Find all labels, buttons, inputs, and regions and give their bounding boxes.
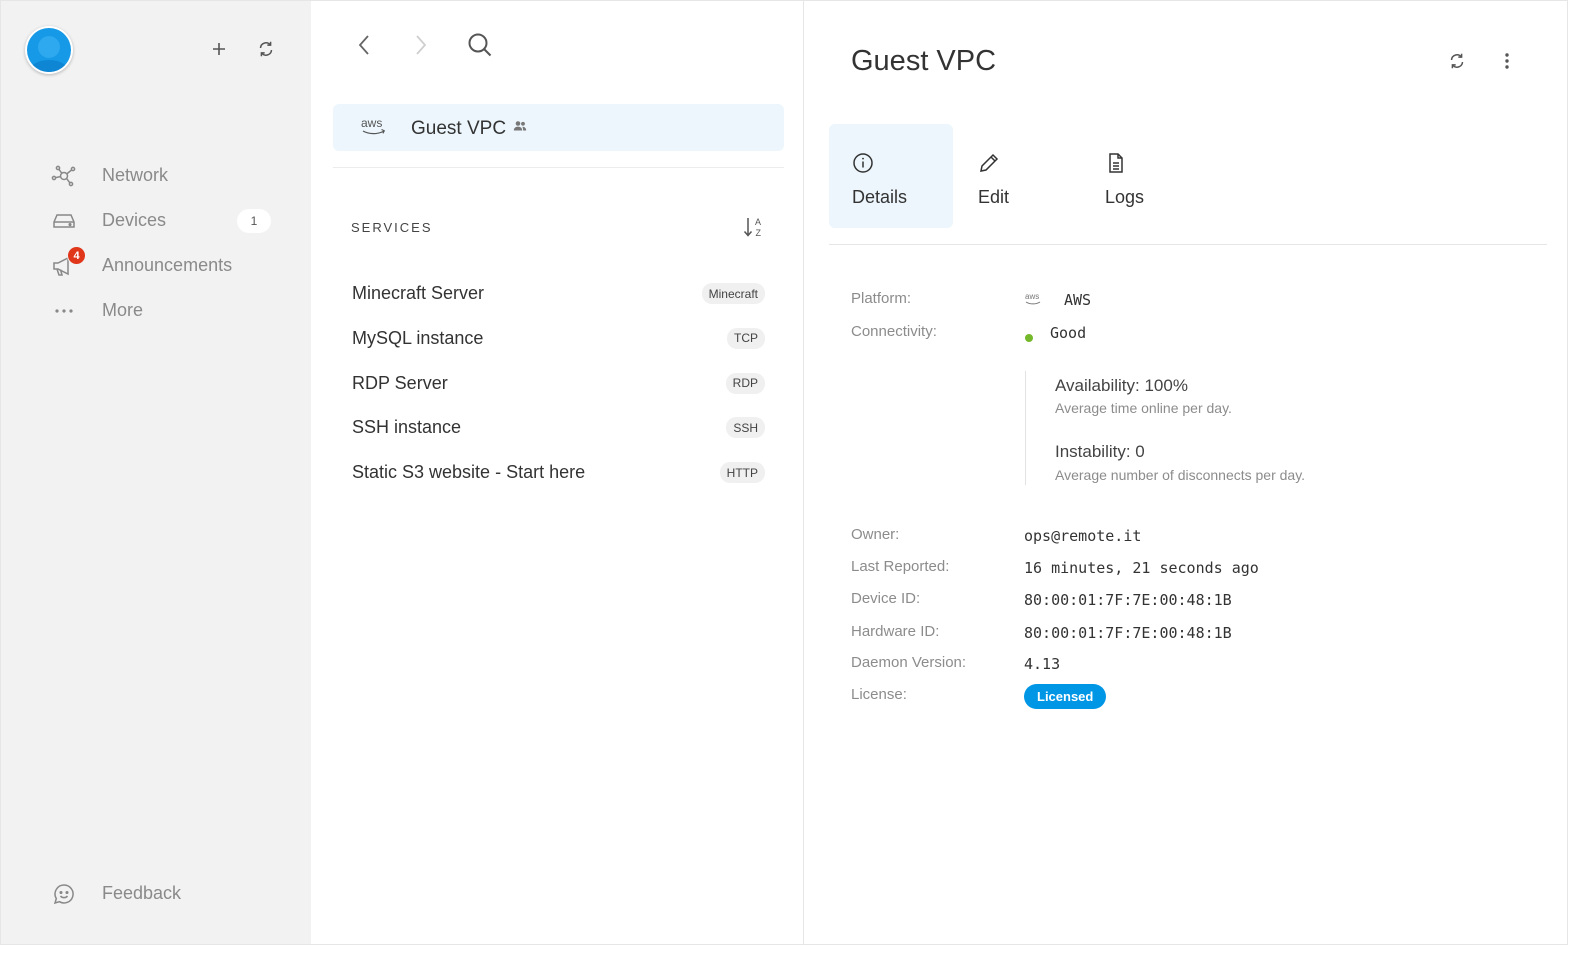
instability-description: Average number of disconnects per day.: [1055, 467, 1306, 483]
sidebar-item-label: Devices: [102, 210, 167, 230]
service-name: Minecraft Server: [352, 283, 485, 303]
service-type-tag: RDP: [725, 372, 765, 394]
status-dot: [1025, 329, 1033, 347]
service-item[interactable]: Minecraft Server Minecraft: [333, 271, 784, 316]
forward-button[interactable]: [405, 29, 437, 61]
sidebar-item-label: Network: [102, 165, 169, 185]
device-name: Guest VPC: [411, 118, 507, 139]
device-panel: aws Guest VPC SERVICES A Z Minecraft Ser…: [311, 1, 804, 944]
daemon-version-label: Daemon Version:: [851, 654, 967, 671]
divider: [829, 244, 1547, 245]
app-window: Network Devices 1 Announcements More 4 F…: [0, 0, 1568, 945]
service-item[interactable]: RDP Server RDP: [333, 361, 784, 406]
instability-metric: Instability: 0: [1055, 442, 1145, 461]
svg-text:A: A: [755, 217, 761, 227]
refresh-device-button[interactable]: [1442, 46, 1472, 76]
availability-description: Average time online per day.: [1055, 400, 1232, 416]
services-list: Minecraft Server Minecraft MySQL instanc…: [333, 271, 784, 495]
service-name: RDP Server: [352, 372, 448, 393]
more-options-button[interactable]: [1492, 46, 1522, 76]
network-icon: [51, 163, 77, 189]
sidebar-item-more[interactable]: More: [1, 288, 311, 333]
plus-icon: [213, 43, 225, 55]
platform-value: AWS: [1064, 291, 1092, 309]
divider: [333, 167, 784, 168]
sidebar-item-label: More: [102, 300, 144, 320]
license-badge: Licensed: [1024, 684, 1107, 709]
service-type-tag: Minecraft: [701, 283, 765, 304]
platform-label: Platform:: [851, 290, 912, 307]
tab-edit[interactable]: Edit: [955, 124, 1065, 228]
sidebar-nav: Network Devices 1 Announcements More: [1, 153, 311, 333]
chat-smile-icon: [51, 881, 77, 907]
availability-metric: Availability: 100%: [1055, 376, 1188, 395]
service-name: MySQL instance: [352, 327, 484, 348]
shared-users-icon: [513, 119, 527, 137]
svg-text:Z: Z: [756, 228, 762, 238]
connectivity-value: Good: [1050, 324, 1087, 342]
feedback-label: Feedback: [102, 883, 182, 903]
sidebar-item-devices[interactable]: Devices 1: [1, 198, 311, 243]
svg-text:aws: aws: [1025, 292, 1039, 301]
daemon-version-value: 4.13: [1024, 655, 1061, 673]
aws-logo-icon: aws: [1024, 291, 1044, 312]
service-item[interactable]: SSH instance SSH: [333, 405, 784, 450]
avatar[interactable]: [25, 26, 73, 74]
license-label: License:: [851, 686, 907, 703]
service-type-tag: TCP: [727, 327, 765, 349]
tab-label: Edit: [978, 187, 1010, 207]
device-row-selected[interactable]: aws Guest VPC: [333, 104, 784, 151]
more-vertical-icon: [1505, 53, 1509, 69]
device-id-value: 80:00:01:7F:7E:00:48:1B: [1024, 591, 1232, 609]
service-name: SSH instance: [352, 417, 462, 438]
tab-logs[interactable]: Logs: [1082, 124, 1192, 228]
document-icon: [1105, 152, 1127, 179]
device-details-panel: Guest VPC Details Edit Logs Platform: aw…: [804, 1, 1569, 944]
feedback-button[interactable]: Feedback: [1, 871, 311, 916]
search-button[interactable]: [464, 29, 496, 61]
last-reported-label: Last Reported:: [851, 558, 950, 575]
connectivity-details-rule: [1025, 371, 1026, 485]
refresh-icon: [259, 41, 273, 57]
aws-logo-icon: aws: [360, 116, 388, 143]
services-heading: SERVICES: [351, 220, 433, 235]
owner-label: Owner:: [851, 526, 900, 543]
owner-value: ops@remote.it: [1024, 527, 1142, 545]
devices-count-badge: 1: [237, 208, 271, 233]
sort-alpha-icon: A Z: [743, 217, 762, 238]
tab-label: Details: [852, 187, 908, 207]
announcements-badge: 4: [67, 246, 86, 265]
service-item[interactable]: Static S3 website - Start here HTTP: [333, 450, 784, 495]
more-horizontal-icon: [51, 298, 77, 324]
svg-text:aws: aws: [361, 116, 382, 130]
sidebar-item-network[interactable]: Network: [1, 153, 311, 198]
sidebar-item-label: Announcements: [102, 255, 233, 275]
user-avatar-icon: [27, 28, 71, 72]
sidebar-item-announcements[interactable]: Announcements: [1, 243, 311, 288]
sidebar: Network Devices 1 Announcements More 4 F…: [1, 1, 311, 944]
search-icon: [468, 33, 492, 57]
sort-alpha-button[interactable]: A Z: [741, 213, 767, 241]
tab-details[interactable]: Details: [829, 124, 953, 228]
service-type-tag: HTTP: [719, 462, 765, 484]
chevron-left-icon: [358, 35, 369, 55]
hardware-id-label: Hardware ID:: [851, 623, 940, 640]
last-reported-value: 16 minutes, 21 seconds ago: [1024, 559, 1259, 577]
connectivity-label: Connectivity:: [851, 323, 937, 340]
service-item[interactable]: MySQL instance TCP: [333, 316, 784, 361]
page-title: Guest VPC: [851, 45, 997, 77]
tab-label: Logs: [1105, 187, 1145, 207]
refresh-button[interactable]: [252, 35, 280, 63]
info-icon: [852, 152, 874, 179]
devices-icon: [51, 208, 77, 234]
refresh-icon: [1450, 53, 1464, 69]
hardware-id-value: 80:00:01:7F:7E:00:48:1B: [1024, 624, 1232, 642]
service-type-tag: SSH: [726, 417, 765, 439]
service-name: Static S3 website - Start here: [352, 462, 586, 483]
back-button[interactable]: [348, 29, 380, 61]
pencil-icon: [978, 152, 1000, 179]
device-id-label: Device ID:: [851, 590, 921, 607]
chevron-right-icon: [416, 35, 427, 55]
add-button[interactable]: [205, 35, 233, 63]
